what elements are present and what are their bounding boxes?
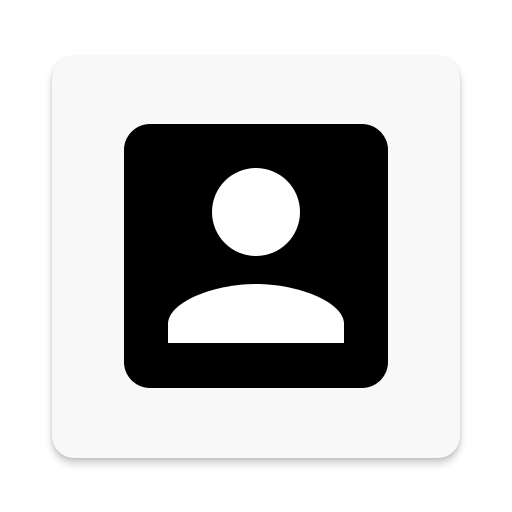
app-icon-canvas [0, 0, 512, 512]
app-icon-tile[interactable] [52, 56, 460, 458]
contact-profile-icon [124, 124, 388, 388]
person-head-shape [212, 168, 300, 256]
